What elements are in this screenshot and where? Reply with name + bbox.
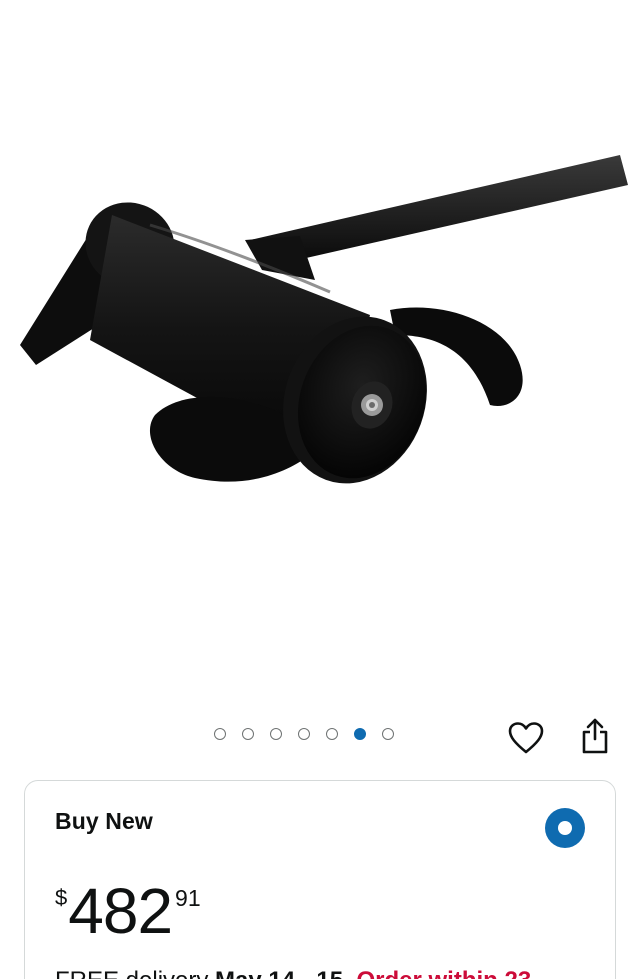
carousel-dot[interactable]: [298, 728, 310, 740]
image-carousel-dots[interactable]: [214, 726, 394, 744]
carousel-dot[interactable]: [326, 728, 338, 740]
price-whole: 482: [68, 875, 173, 947]
price-currency-symbol: $: [55, 885, 68, 910]
carousel-dot[interactable]: [214, 728, 226, 740]
share-button[interactable]: [573, 714, 617, 758]
carousel-dot-active[interactable]: [354, 728, 366, 740]
carousel-dot[interactable]: [242, 728, 254, 740]
carousel-dot[interactable]: [382, 728, 394, 740]
buy-option-radio[interactable]: [545, 808, 585, 848]
heart-icon: [508, 722, 544, 754]
delivery-date: May 14 - 15: [215, 967, 343, 979]
delivery-prefix: FREE delivery: [55, 967, 215, 979]
buy-new-option-card[interactable]: Buy New $ 482 91 FREE delivery May 14 - …: [24, 780, 616, 979]
carousel-dot[interactable]: [270, 728, 282, 740]
radio-selected-indicator: [558, 821, 572, 835]
price: $ 482 91: [55, 879, 201, 943]
delivery-message: FREE delivery May 14 - 15. Order within …: [55, 967, 531, 979]
delivery-urgency: Order within 23: [356, 967, 531, 979]
product-page: Buy New $ 482 91 FREE delivery May 14 - …: [0, 0, 640, 979]
product-image[interactable]: [0, 0, 640, 700]
delivery-separator: .: [343, 967, 356, 979]
buy-option-title: Buy New: [55, 808, 153, 834]
share-icon: [582, 718, 608, 754]
price-fraction: 91: [175, 885, 201, 911]
wishlist-button[interactable]: [504, 716, 548, 760]
